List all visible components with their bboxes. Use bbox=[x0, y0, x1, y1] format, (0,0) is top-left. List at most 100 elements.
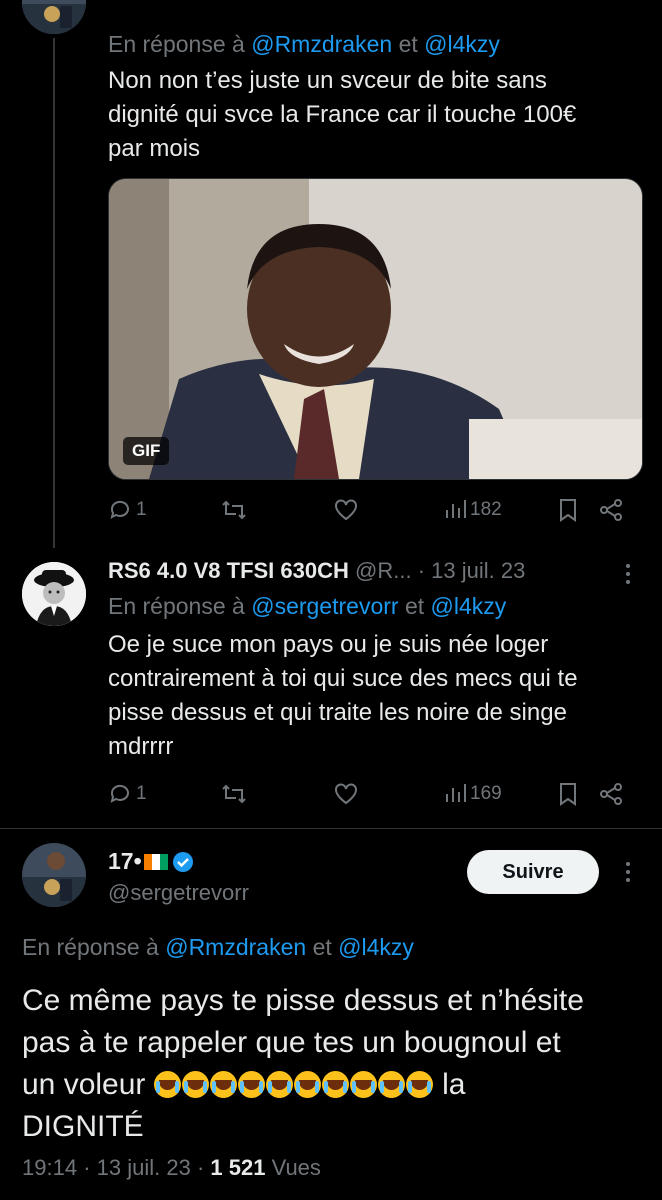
gif-frame-image bbox=[109, 179, 642, 479]
share-button[interactable] bbox=[598, 495, 624, 525]
tweet-text-line: mdrrrr bbox=[108, 733, 174, 760]
thread-page: En réponse à @Rmzdraken et @l4kzy Non no… bbox=[0, 0, 662, 1200]
reply-button[interactable]: 1 bbox=[108, 495, 147, 525]
reply-count: 1 bbox=[136, 783, 147, 804]
loudly-crying-face-icon bbox=[377, 1071, 405, 1098]
loudly-crying-face-icon bbox=[349, 1071, 377, 1098]
mention-link[interactable]: @Rmzdraken bbox=[251, 31, 392, 57]
mention-link[interactable]: @l4kzy bbox=[424, 31, 500, 57]
tweet-text: Oe je suce mon pays ou je suis née loger… bbox=[108, 628, 578, 764]
views-icon bbox=[446, 500, 466, 518]
meta-separator: · bbox=[83, 1155, 91, 1180]
views-count: 169 bbox=[470, 783, 502, 804]
bookmark-button[interactable] bbox=[557, 779, 579, 809]
loudly-crying-face-icon bbox=[209, 1071, 237, 1098]
avatar-sergetrevorr-top[interactable] bbox=[22, 0, 86, 34]
like-button[interactable] bbox=[333, 779, 359, 809]
repost-icon bbox=[222, 784, 246, 804]
tweet-text-line: contrairement à toi qui suce des mecs qu… bbox=[108, 665, 578, 692]
reply-count: 1 bbox=[136, 499, 147, 520]
loudly-crying-face-icon bbox=[237, 1071, 265, 1098]
action-bar: 1 182 bbox=[108, 495, 628, 525]
mention-link[interactable]: @Rmzdraken bbox=[165, 934, 306, 960]
loudly-crying-face-icon bbox=[153, 1071, 181, 1098]
tweet-meta: 19:14 · 13 juil. 23 · 1 521 Vues bbox=[22, 1155, 321, 1181]
tweet-text-line: Non non t’es juste un svceur de bite san… bbox=[108, 67, 547, 94]
reply-icon bbox=[110, 500, 129, 519]
reply-to-line: En réponse à @Rmzdraken et @l4kzy bbox=[22, 934, 414, 961]
tweet-text-line: Oe je suce mon pays ou je suis née loger bbox=[108, 631, 549, 658]
tweet-text-line: Ce même pays te pisse dessus et n’hésite bbox=[22, 984, 584, 1017]
avatar-sergetrevorr[interactable] bbox=[22, 843, 86, 907]
views-button[interactable]: 169 bbox=[444, 779, 502, 809]
tweet-text-line: pas à te rappeler que tes un bougnoul et bbox=[22, 1026, 561, 1059]
tweet-text-line: un voleur la bbox=[22, 1064, 584, 1106]
tweet-time[interactable]: 19:14 bbox=[22, 1155, 77, 1180]
tweet-text: Non non t’es juste un svceur de bite san… bbox=[108, 64, 576, 166]
tweet-header: RS6 4.0 V8 TFSI 630CH @R... · 13 juil. 2… bbox=[108, 558, 525, 584]
action-bar: 1 169 bbox=[108, 779, 628, 809]
tweet-text-fragment: un voleur bbox=[22, 1068, 146, 1101]
repost-button[interactable] bbox=[220, 779, 248, 809]
loudly-crying-face-icon bbox=[265, 1071, 293, 1098]
reply-joiner: et bbox=[312, 934, 332, 960]
tweet-text-line: dignité qui svce la France car il touche… bbox=[108, 101, 577, 128]
share-button[interactable] bbox=[598, 779, 624, 809]
heart-icon bbox=[335, 783, 357, 805]
author-name-row: 17• bbox=[108, 848, 194, 875]
meta-separator: · bbox=[196, 1155, 205, 1180]
tweet-date[interactable]: · 13 juil. 23 bbox=[418, 558, 526, 583]
reply-prefix: En réponse à bbox=[108, 593, 245, 619]
loudly-crying-face-icon bbox=[293, 1071, 321, 1098]
display-name[interactable]: 17• bbox=[108, 848, 142, 875]
reply-to-line: En réponse à @sergetrevorr et @l4kzy bbox=[108, 593, 506, 620]
loudly-crying-face-icon bbox=[181, 1071, 209, 1098]
display-name[interactable]: RS6 4.0 V8 TFSI 630CH bbox=[108, 558, 349, 583]
more-options-icon[interactable] bbox=[622, 562, 634, 586]
avatar-rs6[interactable] bbox=[22, 562, 86, 626]
main-tweet-text: Ce même pays te pisse dessus et n’hésite… bbox=[22, 980, 584, 1148]
tweet-date[interactable]: 13 juil. 23 bbox=[97, 1155, 191, 1180]
gif-media[interactable]: GIF bbox=[108, 178, 643, 480]
loudly-crying-face-icon bbox=[321, 1071, 349, 1098]
mention-link[interactable]: @l4kzy bbox=[338, 934, 414, 960]
tweet-text-line: pisse dessus et qui traite les noire de … bbox=[108, 699, 567, 726]
tweet-text-fragment: la bbox=[442, 1068, 466, 1101]
bookmark-button[interactable] bbox=[557, 495, 579, 525]
tweet-text-line: par mois bbox=[108, 135, 201, 162]
repost-button[interactable] bbox=[220, 495, 248, 525]
reply-icon bbox=[110, 784, 129, 803]
views-button[interactable]: 182 bbox=[444, 495, 502, 525]
bookmark-icon bbox=[560, 499, 576, 522]
reply-prefix: En réponse à bbox=[22, 934, 159, 960]
more-options-icon[interactable] bbox=[622, 860, 634, 884]
tweet-text-line: DIGNITÉ bbox=[22, 1110, 144, 1143]
emoji-group bbox=[153, 1068, 434, 1101]
reply-joiner: et bbox=[398, 31, 418, 57]
mention-link[interactable]: @l4kzy bbox=[431, 593, 507, 619]
loudly-crying-face-icon bbox=[405, 1071, 433, 1098]
views-count: 182 bbox=[470, 499, 502, 520]
handle[interactable]: @sergetrevorr bbox=[108, 880, 249, 906]
like-button[interactable] bbox=[333, 495, 359, 525]
thread-line bbox=[53, 38, 55, 548]
handle[interactable]: @R... bbox=[355, 558, 412, 583]
follow-button[interactable]: Suivre bbox=[467, 850, 599, 894]
divider bbox=[0, 828, 662, 829]
heart-icon bbox=[335, 499, 357, 521]
share-icon bbox=[600, 783, 622, 805]
share-icon bbox=[600, 499, 622, 521]
bookmark-icon bbox=[560, 783, 576, 806]
reply-prefix: En réponse à bbox=[108, 31, 245, 57]
verified-badge-icon bbox=[172, 851, 193, 872]
gif-badge: GIF bbox=[123, 437, 170, 465]
reply-to-line: En réponse à @Rmzdraken et @l4kzy bbox=[108, 31, 500, 58]
views-label: Vues bbox=[271, 1155, 321, 1180]
mention-link[interactable]: @sergetrevorr bbox=[251, 593, 398, 619]
reply-joiner: et bbox=[404, 593, 425, 619]
reply-button[interactable]: 1 bbox=[108, 779, 147, 809]
cote-divoire-flag-icon bbox=[143, 853, 168, 870]
views-count: 1 521 bbox=[210, 1155, 266, 1180]
views-icon bbox=[446, 784, 466, 802]
repost-icon bbox=[222, 500, 246, 520]
